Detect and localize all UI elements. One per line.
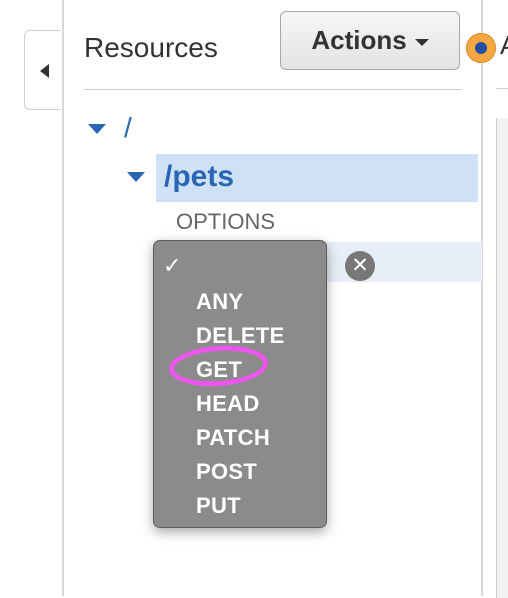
method-option-patch[interactable]: PATCH — [196, 425, 270, 451]
method-option-head[interactable]: HEAD — [196, 391, 260, 417]
title-divider — [84, 89, 462, 90]
right-panel-heading-fragment: A — [500, 30, 508, 61]
left-panel-divider — [62, 0, 64, 596]
tree-method-options[interactable]: OPTIONS — [176, 209, 275, 235]
caret-left-icon — [40, 64, 49, 78]
tree-item-pets[interactable]: /pets — [164, 160, 234, 194]
status-dot-icon — [466, 33, 496, 63]
clear-icon[interactable]: ✕ — [345, 251, 375, 281]
method-option-post[interactable]: POST — [196, 459, 257, 485]
panel-title: Resources — [84, 32, 218, 63]
right-panel-edge — [496, 118, 508, 598]
tree-expand-pets-icon[interactable] — [127, 172, 145, 182]
caret-down-icon — [414, 39, 429, 46]
tree-expand-root-icon[interactable] — [88, 124, 106, 134]
method-option-any[interactable]: ANY — [196, 289, 243, 315]
right-panel-divider — [481, 0, 483, 596]
actions-button[interactable]: Actions — [280, 11, 460, 70]
check-icon: ✓ — [163, 253, 182, 278]
method-option-delete[interactable]: DELETE — [196, 323, 285, 349]
method-select-dropdown[interactable]: ✓ ANY DELETE GET HEAD PATCH POST PUT — [153, 240, 327, 528]
actions-button-label: Actions — [311, 25, 407, 55]
method-option-put[interactable]: PUT — [196, 493, 241, 519]
tree-item-root[interactable]: / — [124, 112, 132, 144]
collapse-panel-button[interactable] — [24, 30, 61, 110]
right-panel-divider-line — [496, 88, 508, 89]
